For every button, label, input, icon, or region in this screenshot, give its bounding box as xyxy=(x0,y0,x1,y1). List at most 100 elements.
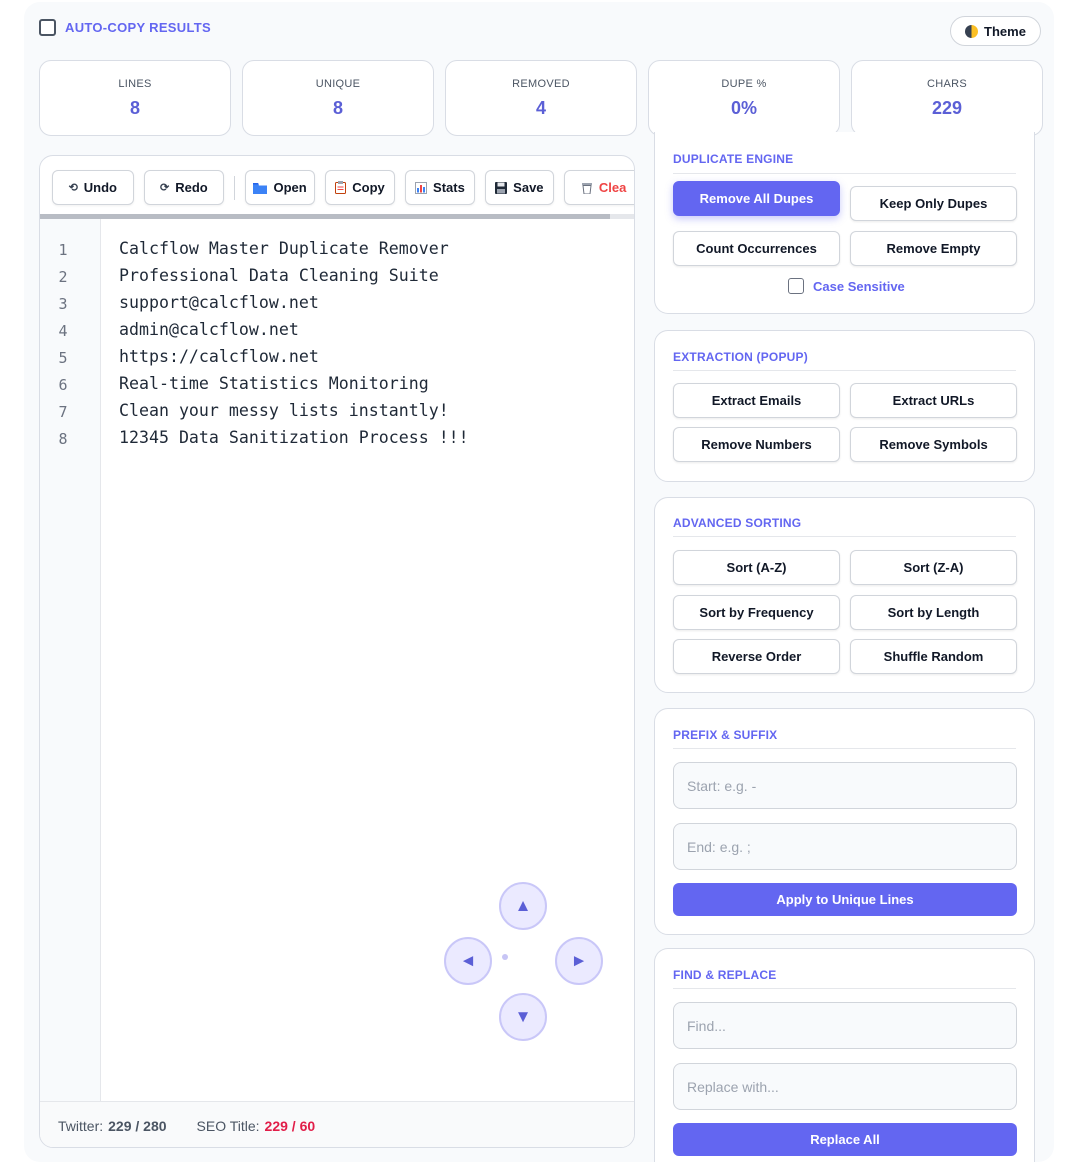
button-label: Keep Only Dupes xyxy=(879,196,988,211)
save-label: Save xyxy=(513,180,544,195)
twitter-count: 229 / 280 xyxy=(108,1117,167,1134)
sort-by-length-button[interactable]: Sort by Length xyxy=(850,595,1017,630)
arrow-up-icon: ▲ xyxy=(514,896,532,915)
prefix-start-input[interactable] xyxy=(673,762,1017,809)
stat-chars: CHARS 229 xyxy=(851,60,1043,136)
button-label: Sort (A-Z) xyxy=(726,560,787,575)
button-label: Remove Numbers xyxy=(701,437,812,452)
seo-title-count: 229 / 60 xyxy=(264,1117,316,1134)
copy-button[interactable]: Copy xyxy=(325,170,395,205)
remove-symbols-button[interactable]: Remove Symbols xyxy=(850,427,1017,462)
app-container: AUTO-COPY RESULTS Theme LINES 8 UNIQUE 8… xyxy=(24,2,1054,1162)
stat-lines: LINES 8 xyxy=(39,60,231,136)
remove-empty-button[interactable]: Remove Empty xyxy=(850,231,1017,266)
floppy-disk-icon xyxy=(495,181,508,194)
seo-title-label: SEO Title: xyxy=(196,1117,260,1134)
extraction-panel: EXTRACTION (POPUP) Extract Emails Extrac… xyxy=(654,330,1035,482)
button-label: Sort by Frequency xyxy=(699,605,814,620)
editor-line[interactable]: 12345 Data Sanitization Process !!! xyxy=(119,428,469,447)
half-moon-icon xyxy=(965,24,979,38)
toolbar-scrollbar-thumb[interactable] xyxy=(40,214,610,219)
arrow-down-icon: ▼ xyxy=(514,1007,532,1026)
remove-numbers-button[interactable]: Remove Numbers xyxy=(673,427,840,462)
dpad-left-button[interactable]: ◄ xyxy=(444,937,492,985)
editor-line[interactable]: Calcflow Master Duplicate Remover xyxy=(119,239,449,258)
panel-title: DUPLICATE ENGINE xyxy=(673,152,794,166)
button-label: Sort by Length xyxy=(887,605,980,620)
button-label: Reverse Order xyxy=(711,649,802,664)
stat-value: 229 xyxy=(931,97,963,118)
count-occurrences-button[interactable]: Count Occurrences xyxy=(673,231,840,266)
auto-copy-toggle[interactable]: AUTO-COPY RESULTS xyxy=(39,19,211,36)
button-label: Shuffle Random xyxy=(883,649,984,664)
panel-title: PREFIX & SUFFIX xyxy=(673,728,778,742)
stat-value: 8 xyxy=(332,97,343,118)
auto-copy-checkbox[interactable] xyxy=(39,19,56,36)
apply-to-unique-lines-button[interactable]: Apply to Unique Lines xyxy=(673,883,1017,916)
stat-label: UNIQUE xyxy=(315,77,361,90)
button-label: Apply to Unique Lines xyxy=(776,892,914,907)
replace-input[interactable] xyxy=(673,1063,1017,1110)
sort-a-z-button[interactable]: Sort (A-Z) xyxy=(673,550,840,585)
case-sensitive-toggle[interactable]: Case Sensitive xyxy=(788,278,905,294)
theme-toggle-button[interactable]: Theme xyxy=(950,16,1041,46)
shuffle-random-button[interactable]: Shuffle Random xyxy=(850,639,1017,674)
prefix-suffix-panel: PREFIX & SUFFIX Apply to Unique Lines xyxy=(654,708,1035,935)
button-label: Extract URLs xyxy=(892,393,975,408)
twitter-label: Twitter: xyxy=(58,1117,104,1134)
trash-icon xyxy=(581,182,592,194)
case-sensitive-checkbox[interactable] xyxy=(788,278,804,294)
extract-emails-button[interactable]: Extract Emails xyxy=(673,383,840,418)
editor-line[interactable]: support@calcflow.net xyxy=(119,293,319,312)
replace-all-button[interactable]: Replace All xyxy=(673,1123,1017,1156)
folder-icon xyxy=(253,182,268,194)
open-button[interactable]: Open xyxy=(245,170,316,205)
stat-label: LINES xyxy=(118,77,152,90)
editor-line[interactable]: admin@calcflow.net xyxy=(119,320,299,339)
sort-by-frequency-button[interactable]: Sort by Frequency xyxy=(673,595,840,630)
panel-title: EXTRACTION (POPUP) xyxy=(673,350,808,364)
redo-button[interactable]: ⟳ Redo xyxy=(143,170,225,205)
dpad-down-button[interactable]: ▼ xyxy=(499,993,547,1041)
undo-button[interactable]: ⟲ Undo xyxy=(52,170,134,205)
stats-label: Stats xyxy=(433,180,465,195)
editor-line[interactable]: Clean your messy lists instantly! xyxy=(119,401,449,420)
button-label: Count Occurrences xyxy=(696,241,817,256)
arrow-left-icon: ◄ xyxy=(459,951,477,970)
editor-line[interactable]: Professional Data Cleaning Suite xyxy=(119,266,439,285)
panel-title: ADVANCED SORTING xyxy=(673,516,802,530)
remove-all-dupes-button[interactable]: Remove All Dupes xyxy=(673,181,840,216)
extract-urls-button[interactable]: Extract URLs xyxy=(850,383,1017,418)
editor-toolbar: ⟲ Undo ⟳ Redo Open Copy Stats Save Clea xyxy=(52,170,634,205)
stats-button[interactable]: Stats xyxy=(404,170,475,205)
undo-label: Undo xyxy=(83,180,117,195)
bar-chart-icon xyxy=(415,181,428,194)
save-button[interactable]: Save xyxy=(484,170,554,205)
line-number: 6 xyxy=(58,376,68,394)
open-label: Open xyxy=(273,180,307,195)
dpad-up-button[interactable]: ▲ xyxy=(499,882,547,930)
reverse-order-button[interactable]: Reverse Order xyxy=(673,639,840,674)
arrow-right-icon: ► xyxy=(570,951,588,970)
button-label: Sort (Z-A) xyxy=(903,560,964,575)
redo-icon: ⟳ xyxy=(160,182,170,194)
suffix-end-input[interactable] xyxy=(673,823,1017,870)
clear-button[interactable]: Clea xyxy=(563,170,634,205)
button-label: Remove Symbols xyxy=(879,437,988,452)
stat-value: 0% xyxy=(730,97,757,118)
keep-only-dupes-button[interactable]: Keep Only Dupes xyxy=(850,186,1017,221)
find-input[interactable] xyxy=(673,1002,1017,1049)
line-number: 1 xyxy=(58,241,68,259)
line-number: 3 xyxy=(58,295,68,313)
copy-label: Copy xyxy=(352,180,385,195)
panel-title: FIND & REPLACE xyxy=(673,968,777,982)
duplicate-engine-panel: DUPLICATE ENGINE Remove All Dupes Keep O… xyxy=(654,132,1035,314)
line-number: 2 xyxy=(58,268,68,286)
sort-z-a-button[interactable]: Sort (Z-A) xyxy=(850,550,1017,585)
editor-line[interactable]: https://calcflow.net xyxy=(119,347,319,366)
stat-value: 4 xyxy=(535,97,546,118)
stat-label: CHARS xyxy=(926,77,967,90)
editor-line[interactable]: Real-time Statistics Monitoring xyxy=(119,374,429,393)
dpad-right-button[interactable]: ► xyxy=(555,937,603,985)
dpad-center-dot xyxy=(502,954,508,960)
